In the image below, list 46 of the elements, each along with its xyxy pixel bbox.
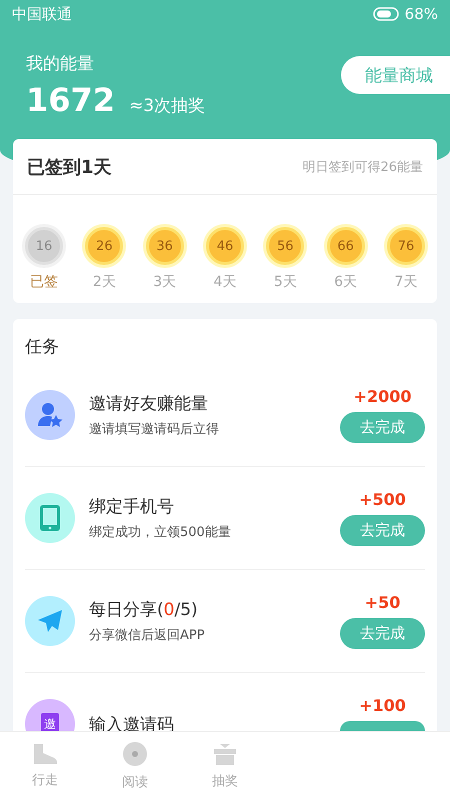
task-title: 邀请好友赚能量: [89, 393, 209, 415]
energy-coin: 36: [146, 227, 184, 265]
energy-coin: 16: [25, 227, 63, 265]
task-description: 分享微信后返回APP: [89, 627, 206, 644]
energy-coin: 26: [85, 227, 124, 265]
reward-amount: +100: [359, 696, 406, 715]
energy-label: 我的能量: [26, 53, 95, 75]
day-label: 2天: [92, 273, 116, 291]
day-label: 5天: [274, 273, 297, 291]
day-label: 3天: [153, 273, 176, 291]
day-label: 4天: [214, 273, 236, 291]
shoe-icon: [32, 743, 58, 765]
energy-coin: 76: [386, 227, 425, 265]
reward-amount: +2000: [354, 387, 412, 406]
day-label: 已签: [30, 273, 58, 291]
reward-amount: +500: [359, 490, 406, 509]
signin-hint: 明日签到可得26能量: [302, 158, 423, 176]
complete-button[interactable]: 去完成: [340, 412, 425, 443]
gift-icon: [212, 742, 238, 766]
energy-value: 1672: [26, 81, 116, 119]
energy-coin: 46: [206, 227, 244, 265]
battery-percent: 68%: [404, 5, 438, 23]
complete-button[interactable]: 去完成: [340, 618, 425, 649]
paper-plane-icon: [37, 609, 63, 633]
disc-icon: [122, 741, 148, 767]
tab-item[interactable]: 抽奖: [180, 732, 270, 800]
task-description: 绑定成功，立领500能量: [89, 524, 232, 541]
day-label: 6天: [334, 273, 358, 291]
complete-button[interactable]: 去完成: [340, 515, 425, 546]
energy-shop-button[interactable]: 能量商城: [341, 56, 450, 94]
task-title: 每日分享(0/5): [89, 599, 199, 621]
tab-item[interactable]: 阅读: [90, 732, 180, 800]
complete-button[interactable]: [340, 721, 425, 731]
reward-amount: +50: [364, 593, 400, 612]
tablet-icon: [39, 504, 61, 532]
signin-title: 已签到1天: [27, 156, 112, 178]
task-title: 绑定手机号: [89, 496, 175, 518]
user-star-icon: [37, 401, 63, 429]
tasks-title: 任务: [25, 336, 60, 358]
task-description: 邀请填写邀请码后立得: [89, 421, 220, 438]
day-label: 7天: [394, 273, 418, 291]
battery-icon: [372, 7, 399, 21]
energy-coin: 56: [266, 227, 304, 265]
draw-count: ≈3次抽奖: [129, 95, 206, 117]
carrier-name: 中国联通: [12, 4, 72, 24]
energy-coin: 66: [326, 227, 365, 265]
